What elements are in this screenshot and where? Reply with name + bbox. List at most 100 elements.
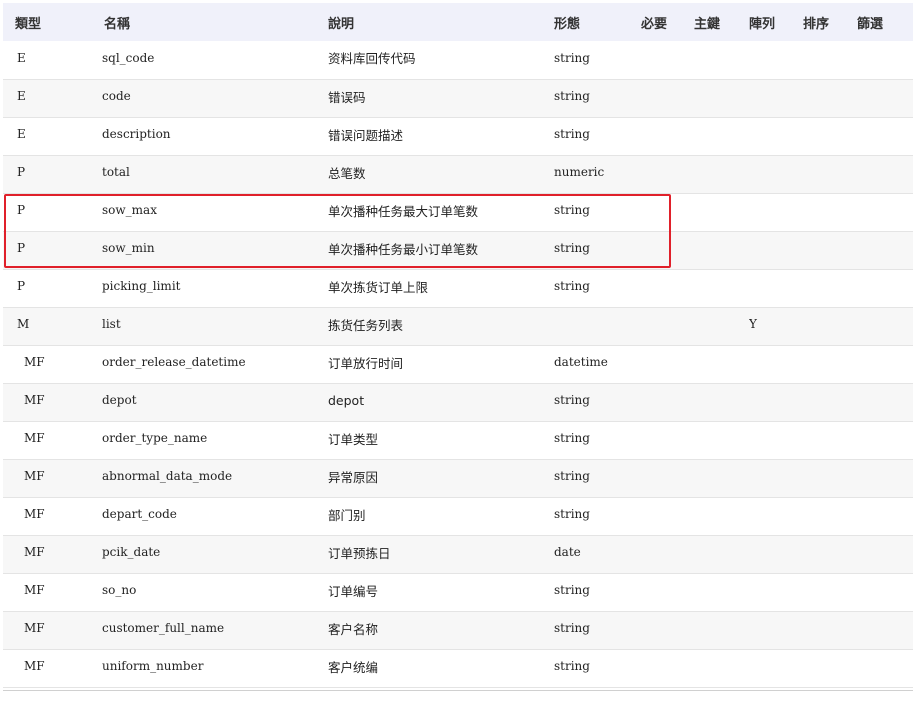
header-array[interactable]: 陣列 (749, 3, 803, 41)
cell-description: 订单类型 (328, 431, 379, 447)
cell-sort (803, 193, 857, 231)
cell-name: so_no (102, 583, 137, 597)
cell-required (641, 497, 694, 535)
cell-key (694, 269, 749, 307)
cell-array (749, 497, 803, 535)
cell-key (694, 79, 749, 117)
table-row: MF uniform_number 客户统编 string (3, 649, 913, 687)
cell-array (749, 421, 803, 459)
cell-description: depot (328, 392, 365, 408)
header-form[interactable]: 形態 (554, 3, 641, 41)
cell-array (749, 611, 803, 649)
field-spec-table-container: 類型 名稱 說明 形態 必要 主鍵 陣列 排序 篩選 E sql_code 资料… (3, 3, 913, 688)
cell-required (641, 41, 694, 79)
cell-name: depart_code (102, 507, 177, 521)
table-row: MF customer_full_name 客户名称 string (3, 611, 913, 649)
cell-filter (857, 231, 913, 269)
cell-form: string (554, 621, 590, 635)
cell-name: order_type_name (102, 431, 208, 445)
table-row: MF pcik_date 订单预拣日 date (3, 535, 913, 573)
header-filter[interactable]: 篩選 (857, 3, 913, 41)
cell-description: 单次拣货订单上限 (328, 279, 429, 295)
cell-array (749, 345, 803, 383)
cell-key (694, 193, 749, 231)
cell-type: MF (24, 583, 45, 597)
cell-form: string (554, 659, 590, 673)
header-type[interactable]: 類型 (3, 3, 102, 41)
cell-array: Y (749, 317, 757, 331)
cell-type: E (17, 50, 26, 65)
table-row: E description 错误问题描述 string (3, 117, 913, 155)
cell-filter (857, 41, 913, 79)
cell-required (641, 573, 694, 611)
table-row: E code 错误码 string (3, 79, 913, 117)
cell-array (749, 155, 803, 193)
cell-type: MF (24, 621, 45, 635)
cell-key (694, 649, 749, 687)
cell-array (749, 79, 803, 117)
cell-key (694, 155, 749, 193)
cell-filter (857, 383, 913, 421)
cell-filter (857, 459, 913, 497)
cell-filter (857, 611, 913, 649)
cell-name: total (102, 165, 130, 179)
cell-filter (857, 269, 913, 307)
cell-required (641, 611, 694, 649)
cell-type: E (17, 127, 26, 141)
cell-form: string (554, 431, 590, 445)
cell-sort (803, 117, 857, 155)
header-name[interactable]: 名稱 (102, 3, 328, 41)
cell-type: M (17, 317, 30, 331)
cell-form: string (554, 127, 590, 141)
cell-name: sql_code (102, 50, 155, 65)
cell-required (641, 421, 694, 459)
cell-required (641, 345, 694, 383)
cell-sort (803, 459, 857, 497)
cell-sort (803, 421, 857, 459)
cell-array (749, 573, 803, 611)
cell-description: 总笔数 (328, 165, 366, 181)
cell-sort (803, 573, 857, 611)
cell-array (749, 41, 803, 79)
cell-filter (857, 79, 913, 117)
cell-name: depot (102, 393, 137, 407)
cell-required (641, 383, 694, 421)
table-bottom-border (3, 690, 913, 691)
table-row: MF order_type_name 订单类型 string (3, 421, 913, 459)
highlight-box (4, 194, 671, 268)
cell-key (694, 459, 749, 497)
cell-type: E (17, 89, 26, 103)
cell-array (749, 649, 803, 687)
cell-key (694, 117, 749, 155)
cell-name: description (102, 127, 171, 141)
cell-description: 订单预拣日 (328, 545, 391, 561)
cell-array (749, 193, 803, 231)
cell-sort (803, 41, 857, 79)
cell-required (641, 649, 694, 687)
table-row: P total 总笔数 numeric (3, 155, 913, 193)
cell-type: MF (24, 469, 45, 483)
cell-key (694, 345, 749, 383)
table-row: P picking_limit 单次拣货订单上限 string (3, 269, 913, 307)
cell-array (749, 459, 803, 497)
cell-array (749, 231, 803, 269)
cell-filter (857, 117, 913, 155)
cell-name: list (102, 317, 121, 331)
header-sort[interactable]: 排序 (803, 3, 857, 41)
cell-filter (857, 421, 913, 459)
header-description[interactable]: 說明 (328, 3, 554, 41)
cell-required (641, 117, 694, 155)
table-row: MF depart_code 部门别 string (3, 497, 913, 535)
cell-sort (803, 649, 857, 687)
cell-form: numeric (554, 165, 605, 179)
header-key[interactable]: 主鍵 (694, 3, 749, 41)
header-required[interactable]: 必要 (641, 3, 694, 41)
cell-name: code (102, 89, 131, 103)
cell-form: string (554, 583, 590, 597)
cell-type: MF (24, 355, 45, 369)
cell-required (641, 459, 694, 497)
cell-key (694, 611, 749, 649)
cell-key (694, 383, 749, 421)
cell-filter (857, 345, 913, 383)
cell-key (694, 307, 749, 345)
